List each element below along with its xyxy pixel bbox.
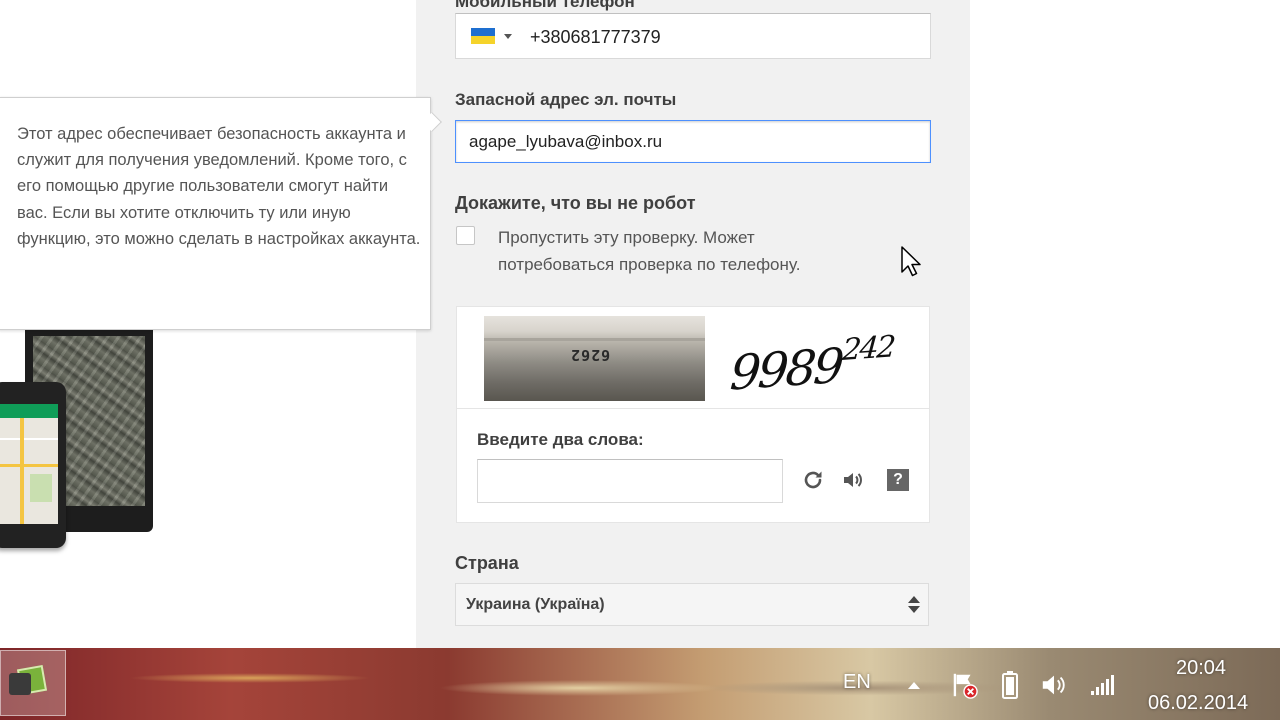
network-signal-icon[interactable]: [1088, 668, 1116, 702]
chevron-down-icon[interactable]: [504, 34, 512, 39]
mouse-cursor-icon: [901, 246, 921, 277]
show-hidden-icons-icon[interactable]: [900, 668, 928, 702]
country-select[interactable]: Украина (Україна): [455, 583, 929, 626]
captcha-input[interactable]: [477, 459, 783, 503]
skip-verification-label[interactable]: Пропустить эту проверку. Может потребова…: [498, 224, 868, 278]
captcha-photo-text: 6262: [570, 346, 611, 364]
phone-value: +380681777379: [530, 27, 661, 47]
clock-date[interactable]: 06.02.2014: [1148, 692, 1248, 715]
recovery-email-value: agape_lyubava@inbox.ru: [469, 132, 663, 151]
captcha-photo: 6262: [484, 316, 705, 401]
recovery-email-label: Запасной адрес эл. почты: [455, 90, 677, 109]
country-value: Украина (Україна): [466, 596, 605, 613]
clock-time[interactable]: 20:04: [1176, 657, 1226, 680]
country-label: Страна: [455, 553, 519, 573]
volume-icon[interactable]: [1040, 668, 1068, 702]
tooltip-text: Этот адрес обеспечивает безопасность акк…: [17, 125, 421, 248]
captcha-image-area: 6262 9989242: [457, 307, 929, 409]
skip-verification-checkbox[interactable]: [456, 226, 475, 245]
robot-check-title: Докажите, что вы не робот: [455, 193, 696, 213]
audio-icon[interactable]: [840, 467, 866, 493]
ukraine-flag-icon[interactable]: [471, 28, 495, 44]
language-indicator[interactable]: EN: [843, 671, 871, 694]
phone-input[interactable]: +380681777379: [455, 13, 931, 59]
captcha-widget: 6262 9989242 Введите два слова: ?: [456, 306, 930, 523]
captcha-prompt: Введите два слова:: [477, 430, 644, 449]
refresh-icon[interactable]: [800, 467, 826, 493]
phone-label: Мобильный телефон: [455, 0, 635, 11]
taskbar-app-button[interactable]: [0, 650, 66, 716]
select-arrows-icon: [908, 596, 920, 614]
phone-image: [0, 382, 66, 548]
recovery-email-tooltip: Этот адрес обеспечивает безопасность акк…: [0, 97, 431, 330]
captcha-word-sup: 242: [841, 329, 896, 368]
action-center-flag-icon[interactable]: [950, 668, 978, 702]
camera-app-icon: [9, 664, 48, 701]
help-icon[interactable]: ?: [885, 467, 911, 493]
captcha-word-main: 9989: [728, 338, 844, 402]
battery-icon[interactable]: [996, 668, 1024, 702]
captcha-distorted-word: 9989242: [728, 329, 895, 401]
recovery-email-input[interactable]: agape_lyubava@inbox.ru: [455, 120, 931, 163]
